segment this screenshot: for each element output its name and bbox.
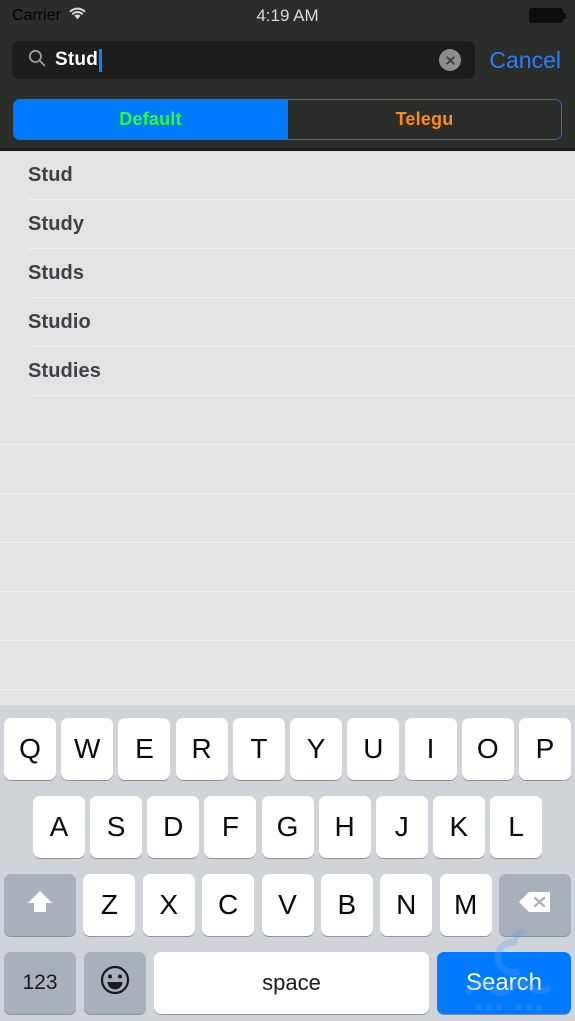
list-item[interactable]: Study — [0, 200, 575, 249]
wifi-icon — [68, 6, 87, 25]
key-v[interactable]: V — [261, 874, 314, 936]
search-icon — [28, 49, 46, 72]
key-l[interactable]: L — [490, 796, 542, 858]
keyboard-row-4: 123 space Search — [0, 949, 575, 1017]
key-y[interactable]: Y — [290, 718, 343, 780]
list-item-label: Studio — [28, 311, 91, 333]
key-t[interactable]: T — [232, 718, 285, 780]
key-i[interactable]: I — [404, 718, 457, 780]
list-item-label: Stud — [28, 164, 73, 186]
key-b[interactable]: B — [320, 874, 373, 936]
search-results-list[interactable]: Stud Study Studs Studio Studies — [0, 151, 575, 705]
key-k[interactable]: K — [432, 796, 485, 858]
text-caret — [99, 48, 103, 72]
battery-full-icon — [529, 8, 566, 23]
cancel-button[interactable]: Cancel — [489, 47, 561, 74]
delete-key[interactable] — [499, 874, 571, 936]
key-j[interactable]: J — [375, 796, 428, 858]
key-n[interactable]: N — [380, 874, 433, 936]
key-e[interactable]: E — [118, 718, 171, 780]
phone-screen: Carrier 4:19 AM Stud Cancel Default Tele… — [0, 0, 575, 1021]
list-item-empty — [0, 641, 575, 690]
key-g[interactable]: G — [261, 796, 314, 858]
numeric-key[interactable]: 123 — [4, 952, 76, 1014]
key-q[interactable]: Q — [4, 718, 56, 780]
key-h[interactable]: H — [318, 796, 371, 858]
key-o[interactable]: O — [461, 718, 514, 780]
emoji-key[interactable] — [84, 952, 146, 1014]
search-input-value: Stud — [55, 49, 99, 70]
key-f[interactable]: F — [204, 796, 257, 858]
key-d[interactable]: D — [147, 796, 200, 858]
key-z[interactable]: Z — [83, 874, 136, 936]
key-r[interactable]: R — [175, 718, 228, 780]
list-item[interactable]: Studio — [0, 298, 575, 347]
status-bar-left: Carrier — [12, 6, 87, 25]
status-bar-right — [529, 8, 566, 23]
search-bar: Stud Cancel — [0, 31, 575, 89]
keyboard-row-3: Z X C V B N M — [0, 871, 575, 939]
list-item-empty — [0, 592, 575, 641]
keyboard-row-2: A S D F G H J K L — [0, 793, 575, 861]
segmented-control: Default Telegu — [13, 99, 562, 140]
shift-key[interactable] — [4, 874, 76, 936]
segmented-control-container: Default Telegu — [0, 89, 575, 150]
shift-arrow-icon — [25, 888, 55, 923]
key-p[interactable]: P — [518, 718, 571, 780]
smiley-face-icon — [99, 964, 131, 1003]
carrier-label: Carrier — [12, 6, 61, 24]
segment-telegu[interactable]: Telegu — [287, 100, 561, 139]
status-bar: Carrier 4:19 AM — [0, 0, 575, 31]
list-item[interactable]: Stud — [0, 151, 575, 200]
list-item-empty — [0, 396, 575, 445]
space-key[interactable]: space — [154, 952, 429, 1014]
list-item-label: Study — [28, 213, 85, 235]
key-u[interactable]: U — [347, 718, 400, 780]
key-m[interactable]: M — [439, 874, 492, 936]
key-a[interactable]: A — [33, 796, 85, 858]
list-item-label: Studies — [28, 360, 101, 382]
list-item-empty — [0, 543, 575, 592]
on-screen-keyboard: Q W E R T Y U I O P A S D F G H J K L Z … — [0, 705, 575, 1021]
segment-default[interactable]: Default — [14, 100, 287, 139]
backspace-icon — [517, 889, 553, 922]
list-item-empty — [0, 445, 575, 494]
key-x[interactable]: X — [142, 874, 195, 936]
search-key[interactable]: Search — [437, 952, 571, 1014]
key-w[interactable]: W — [61, 718, 114, 780]
list-item[interactable]: Studies — [0, 347, 575, 396]
list-item-label: Studs — [28, 262, 85, 284]
search-input[interactable]: Stud — [12, 41, 476, 79]
list-item[interactable]: Studs — [0, 249, 575, 298]
key-c[interactable]: C — [202, 874, 255, 936]
list-item-empty — [0, 494, 575, 543]
keyboard-row-1: Q W E R T Y U I O P — [0, 715, 575, 783]
clear-circle-icon[interactable] — [439, 49, 462, 71]
key-s[interactable]: S — [90, 796, 143, 858]
